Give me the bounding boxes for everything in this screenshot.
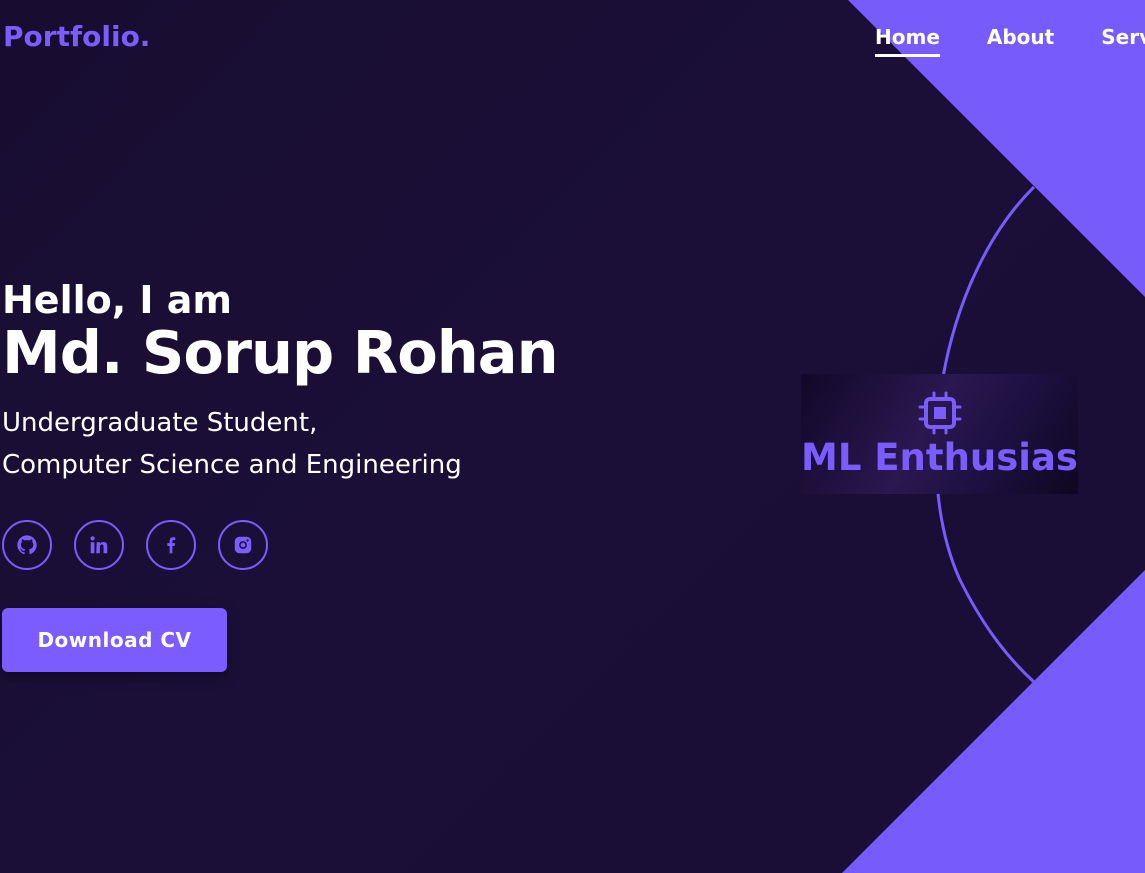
social-links [2,520,268,570]
linkedin-link[interactable] [74,520,124,570]
instagram-icon [234,536,252,554]
download-cv-button[interactable]: Download CV [2,608,227,672]
linkedin-icon [90,536,108,554]
nav-link-services[interactable]: Servi [1101,25,1145,57]
bottom-right-triangle [842,570,1145,873]
cpu-chip-icon [918,391,962,435]
facebook-link[interactable] [146,520,196,570]
hero-role-line-1: Undergraduate Student, [2,408,318,438]
ml-enthusiast-card: ML Enthusiast [801,374,1078,494]
facebook-icon [167,537,176,554]
hero-greeting: Hello, I am [2,278,233,322]
main-nav: Home About Servi [875,25,1145,57]
hero-role-line-2: Computer Science and Engineering [2,450,462,480]
ml-enthusiast-label: ML Enthusiast [801,436,1078,479]
hero-name: Md. Sorup Rohan [2,318,559,387]
github-link[interactable] [2,520,52,570]
page: Portfolio. Home About Servi Hello, I am … [0,0,1145,873]
github-icon [17,535,37,555]
nav-link-home[interactable]: Home [875,25,940,57]
nav-link-about[interactable]: About [987,25,1054,57]
instagram-link[interactable] [218,520,268,570]
site-logo[interactable]: Portfolio. [3,20,150,53]
